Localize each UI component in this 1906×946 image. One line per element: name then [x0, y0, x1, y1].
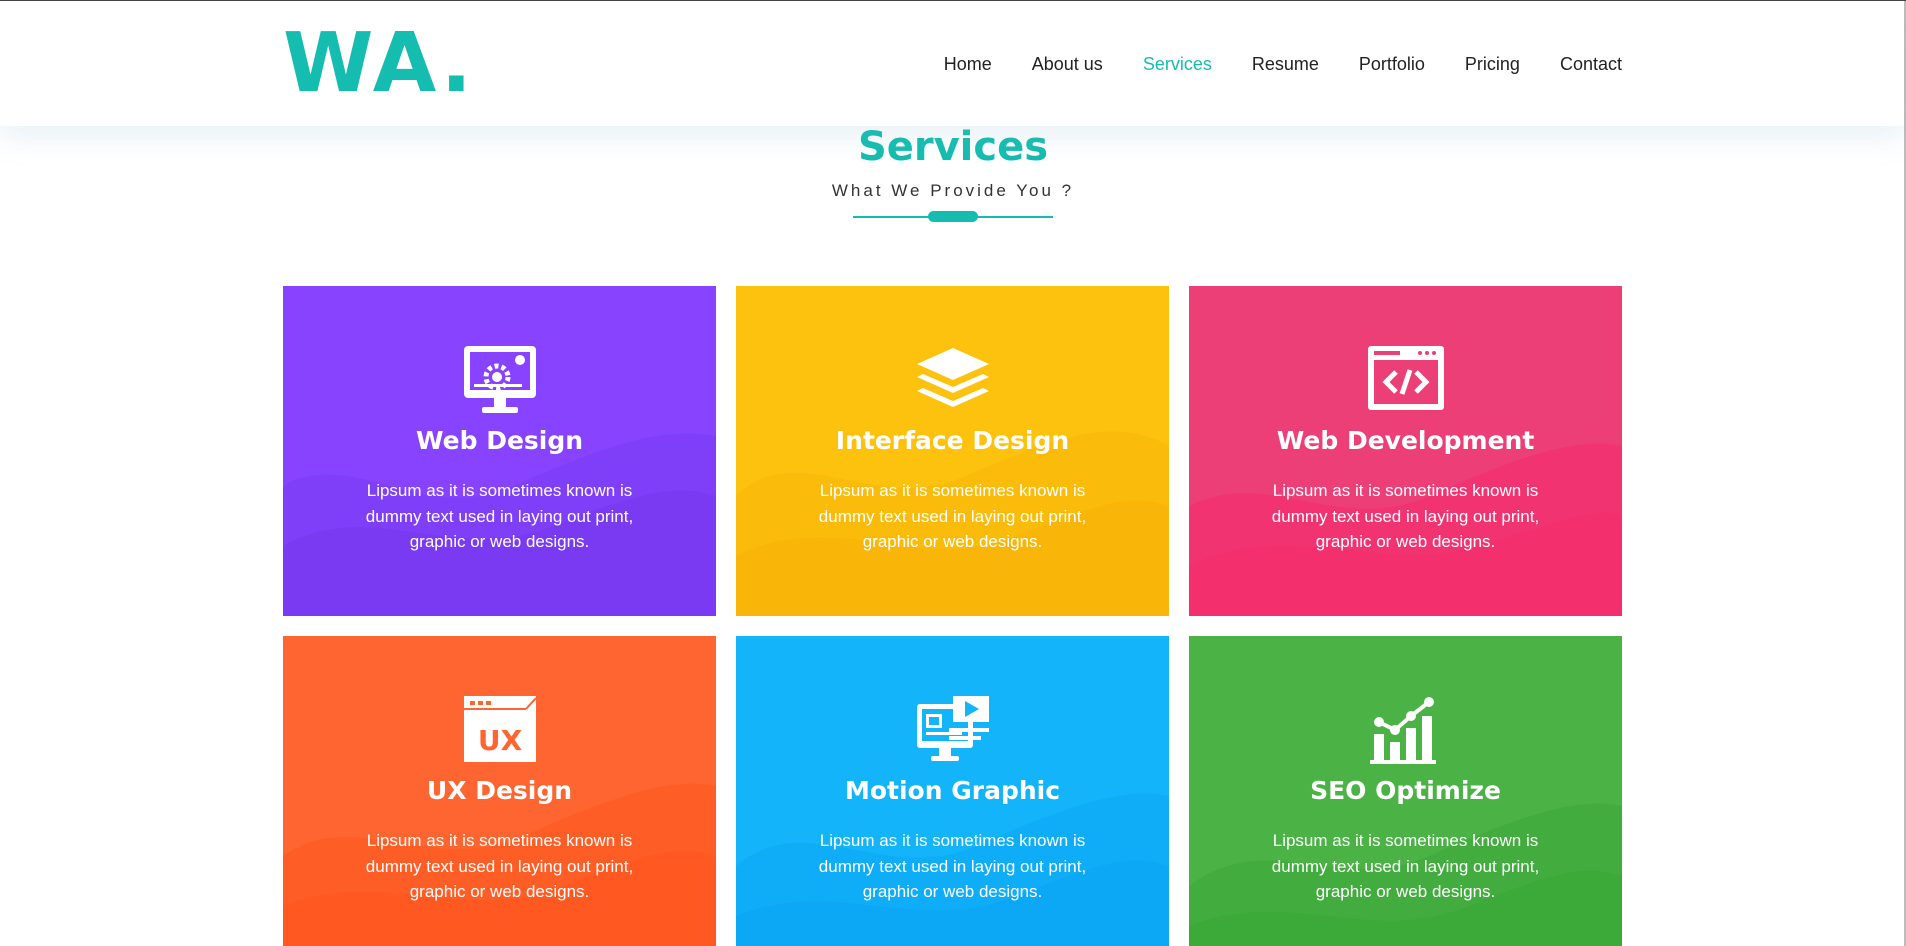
monitor-gear-icon — [463, 346, 536, 413]
nav-portfolio[interactable]: Portfolio — [1359, 49, 1425, 79]
services-heading: Services What We Provide You ? — [0, 119, 1906, 223]
nav-home[interactable]: Home — [944, 49, 992, 79]
page: WA. Home About us Services Resume Portfo… — [0, 0, 1906, 946]
ux-window-icon: UX — [463, 696, 537, 762]
service-title: Web Development — [1276, 426, 1535, 455]
service-title: Interface Design — [835, 426, 1070, 455]
svg-text:UX: UX — [477, 724, 522, 757]
service-card-web-design[interactable]: Web Design Lipsum as it is sometimes kno… — [283, 286, 716, 616]
main-nav: Home About us Services Resume Portfolio … — [944, 49, 1622, 79]
service-description: Lipsum as it is sometimes known is dummy… — [1271, 481, 1540, 551]
service-card-web-development[interactable]: Web Development Lipsum as it is sometime… — [1189, 286, 1622, 616]
service-card-seo-optimize[interactable]: SEO Optimize Lipsum as it is sometimes k… — [1189, 636, 1622, 946]
service-title: UX Design — [426, 776, 573, 805]
service-description: Lipsum as it is sometimes known is dummy… — [818, 481, 1087, 551]
service-title: Motion Graphic — [844, 776, 1061, 805]
service-description: Lipsum as it is sometimes known is dummy… — [365, 831, 634, 901]
service-card-interface-design[interactable]: Interface Design Lipsum as it is sometim… — [736, 286, 1169, 616]
divider-pill — [928, 211, 978, 222]
service-description: Lipsum as it is sometimes known is dummy… — [818, 831, 1087, 901]
layers-icon — [916, 348, 989, 407]
code-window-icon — [1367, 346, 1444, 410]
services-grid: Web Design Lipsum as it is sometimes kno… — [283, 286, 1623, 946]
section-subtitle: What We Provide You ? — [831, 181, 1075, 200]
nav-resume[interactable]: Resume — [1252, 49, 1319, 79]
service-description: Lipsum as it is sometimes known is dummy… — [1271, 831, 1540, 901]
site-header: WA. Home About us Services Resume Portfo… — [0, 1, 1904, 126]
service-title: Web Design — [415, 426, 584, 455]
service-card-ux-design[interactable]: UX UX Design Lipsum as it is sometimes k… — [283, 636, 716, 946]
service-title: SEO Optimize — [1310, 776, 1501, 805]
nav-contact[interactable]: Contact — [1560, 49, 1622, 79]
service-card-motion-graphic[interactable]: Motion Graphic Lipsum as it is sometimes… — [736, 636, 1169, 946]
nav-services[interactable]: Services — [1143, 49, 1212, 79]
service-description: Lipsum as it is sometimes known is dummy… — [365, 481, 634, 551]
logo[interactable]: WA. — [283, 19, 475, 109]
bar-chart-icon — [1369, 697, 1436, 764]
video-monitor-icon — [916, 696, 989, 761]
title-divider — [853, 211, 1053, 223]
nav-about-us[interactable]: About us — [1032, 49, 1103, 79]
nav-pricing[interactable]: Pricing — [1465, 49, 1520, 79]
section-title: Services — [857, 124, 1049, 170]
